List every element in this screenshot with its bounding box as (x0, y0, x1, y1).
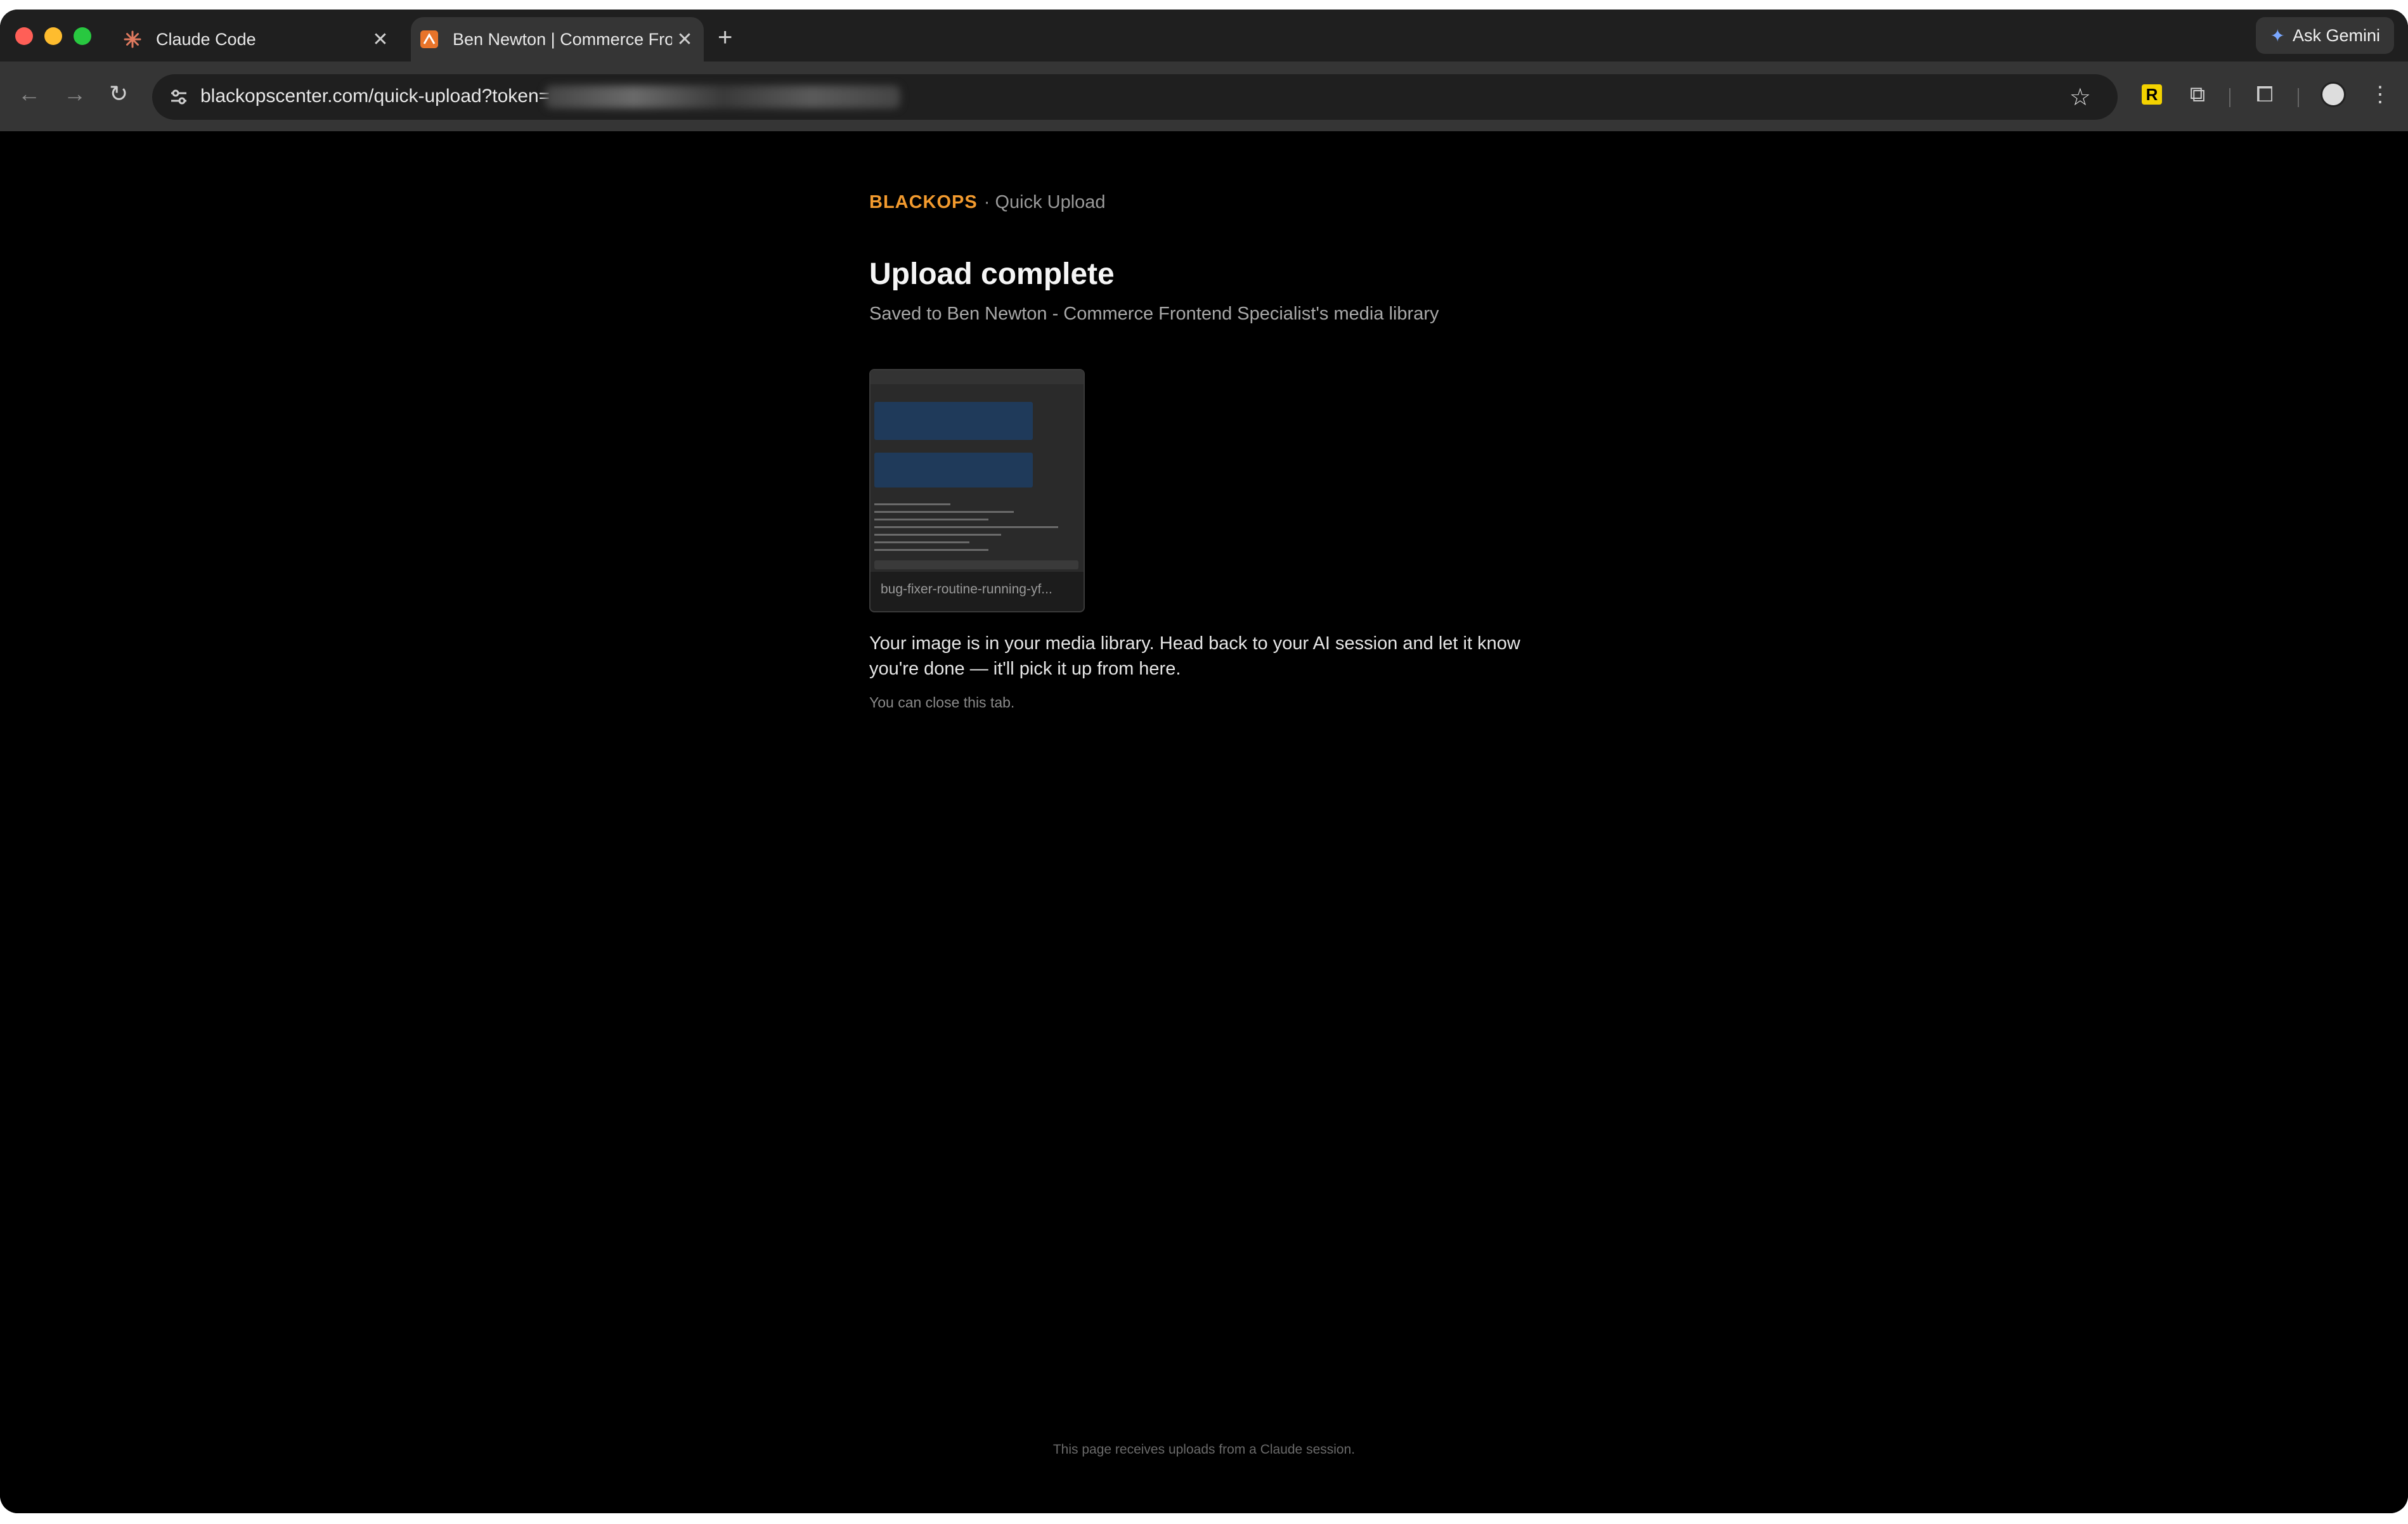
forward-arrow-icon[interactable]: → (63, 81, 86, 107)
gemini-sparkle-icon: ✦ (2270, 25, 2285, 46)
tab-title: Ben Newton | Commerce Fron (453, 29, 672, 49)
tab-claude-code[interactable]: Claude Code ✕ (114, 17, 399, 61)
page-footer: This page receives uploads from a Claude… (1052, 1442, 1356, 1457)
back-arrow-icon[interactable]: ← (18, 81, 41, 107)
more-menu-icon[interactable]: ⋮ (2367, 82, 2393, 107)
bookmark-star-icon[interactable]: ☆ (2069, 83, 2091, 112)
uploaded-image-preview (871, 370, 1084, 572)
extensions-puzzle-icon[interactable]: ⧉ (2185, 82, 2210, 107)
address-bar[interactable]: blackopscenter.com/quick-upload?token= ☆ (152, 74, 2118, 120)
breadcrumb: BLACKOPS · Quick Upload (869, 192, 1106, 213)
profile-avatar[interactable] (2321, 82, 2346, 107)
close-tab-icon[interactable]: ✕ (368, 29, 393, 51)
minimize-window-button[interactable] (44, 27, 62, 45)
browser-window: Claude Code ✕ Ben Newton | Commerce Fron… (0, 10, 2408, 1513)
tab-title: Claude Code (156, 29, 256, 49)
close-window-button[interactable] (15, 27, 33, 45)
image-filename: bug-fixer-routine-running-yf... (881, 582, 1052, 597)
toolbar-divider (2298, 88, 2299, 107)
page-subtitle: Saved to Ben Newton - Commerce Frontend … (869, 304, 1439, 324)
redacted-token (545, 86, 900, 108)
maximize-window-button[interactable] (74, 27, 91, 45)
site-settings-icon[interactable] (169, 87, 189, 107)
brand-name: BLACKOPS (869, 192, 978, 212)
tab-bar: Claude Code ✕ Ben Newton | Commerce Fron… (0, 10, 2408, 61)
uploaded-image-card[interactable]: bug-fixer-routine-running-yf... (869, 369, 1085, 612)
close-tab-icon[interactable]: ✕ (672, 29, 697, 51)
page-title: Upload complete (869, 257, 1115, 291)
claude-asterisk-icon (122, 29, 143, 50)
brand-section: · Quick Upload (983, 192, 1106, 212)
ask-gemini-label: Ask Gemini (2292, 25, 2380, 45)
close-tab-hint: You can close this tab. (869, 694, 1015, 711)
ask-gemini-button[interactable]: ✦ Ask Gemini (2256, 17, 2394, 54)
toolbar-divider (2229, 88, 2230, 107)
blackops-logo-icon (418, 29, 440, 50)
new-tab-button[interactable]: + (718, 23, 732, 52)
extension-r-icon[interactable]: R (2139, 82, 2165, 107)
browser-toolbar: ← → ↻ blackopscenter.com/quick-upload?to… (0, 61, 2408, 131)
tab-search-icon[interactable]: ⧠ (2252, 82, 2277, 107)
reload-icon[interactable]: ↻ (109, 81, 128, 107)
tab-ben-newton[interactable]: Ben Newton | Commerce Fron ✕ (411, 17, 704, 61)
confirmation-message: Your image is in your media library. Hea… (869, 633, 1520, 679)
page-content: BLACKOPS · Quick Upload Upload complete S… (0, 131, 2408, 1513)
url-text: blackopscenter.com/quick-upload?token= (200, 86, 550, 107)
